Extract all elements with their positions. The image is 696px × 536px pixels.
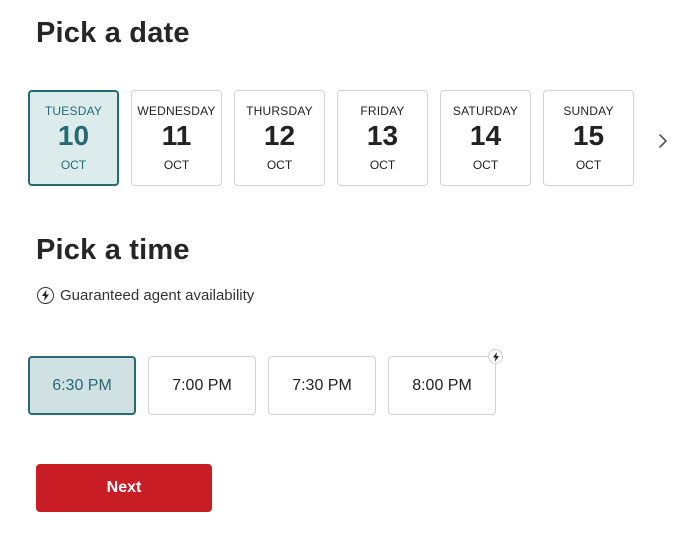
date-card-wed-11[interactable]: WEDNESDAY 11 OCT bbox=[131, 90, 222, 186]
lightning-bolt-icon bbox=[488, 349, 503, 364]
date-card-sun-15[interactable]: SUNDAY 15 OCT bbox=[543, 90, 634, 186]
pick-time-heading: Pick a time bbox=[36, 234, 190, 266]
scheduler-page: Pick a date TUESDAY 10 OCT WEDNESDAY 11 … bbox=[0, 0, 696, 536]
date-weekday: THURSDAY bbox=[246, 104, 313, 118]
date-card-tue-10[interactable]: TUESDAY 10 OCT bbox=[28, 90, 119, 186]
date-month: OCT bbox=[60, 158, 87, 172]
date-month: OCT bbox=[472, 158, 499, 172]
date-weekday: SATURDAY bbox=[452, 104, 519, 118]
date-card-sat-14[interactable]: SATURDAY 14 OCT bbox=[440, 90, 531, 186]
date-month: OCT bbox=[369, 158, 396, 172]
date-card-fri-13[interactable]: FRIDAY 13 OCT bbox=[337, 90, 428, 186]
date-weekday: SUNDAY bbox=[563, 104, 614, 118]
pick-date-heading: Pick a date bbox=[36, 17, 190, 49]
date-day: 15 bbox=[572, 120, 605, 151]
date-weekday: FRIDAY bbox=[360, 104, 405, 118]
date-day: 10 bbox=[57, 120, 90, 151]
time-slot-730pm[interactable]: 7:30 PM bbox=[268, 356, 376, 415]
next-button[interactable]: Next bbox=[36, 464, 212, 512]
date-weekday: WEDNESDAY bbox=[137, 104, 216, 118]
date-card-thu-12[interactable]: THURSDAY 12 OCT bbox=[234, 90, 325, 186]
date-day: 14 bbox=[469, 120, 502, 151]
date-day: 11 bbox=[161, 120, 192, 151]
time-slot-630pm[interactable]: 6:30 PM bbox=[28, 356, 136, 415]
time-slot-label: 8:00 PM bbox=[412, 376, 472, 394]
date-weekday: TUESDAY bbox=[44, 104, 103, 118]
chevron-right-icon bbox=[659, 134, 667, 148]
time-slot-700pm[interactable]: 7:00 PM bbox=[148, 356, 256, 415]
lightning-bolt-icon bbox=[37, 287, 54, 304]
next-dates-button[interactable] bbox=[652, 128, 674, 154]
time-slot-800pm[interactable]: 8:00 PM bbox=[388, 349, 503, 415]
date-month: OCT bbox=[163, 158, 190, 172]
availability-text: Guaranteed agent availability bbox=[60, 287, 255, 304]
date-month: OCT bbox=[575, 158, 602, 172]
date-day: 13 bbox=[366, 120, 399, 151]
date-day: 12 bbox=[263, 120, 296, 151]
availability-note: Guaranteed agent availability bbox=[37, 287, 254, 304]
date-month: OCT bbox=[266, 158, 293, 172]
